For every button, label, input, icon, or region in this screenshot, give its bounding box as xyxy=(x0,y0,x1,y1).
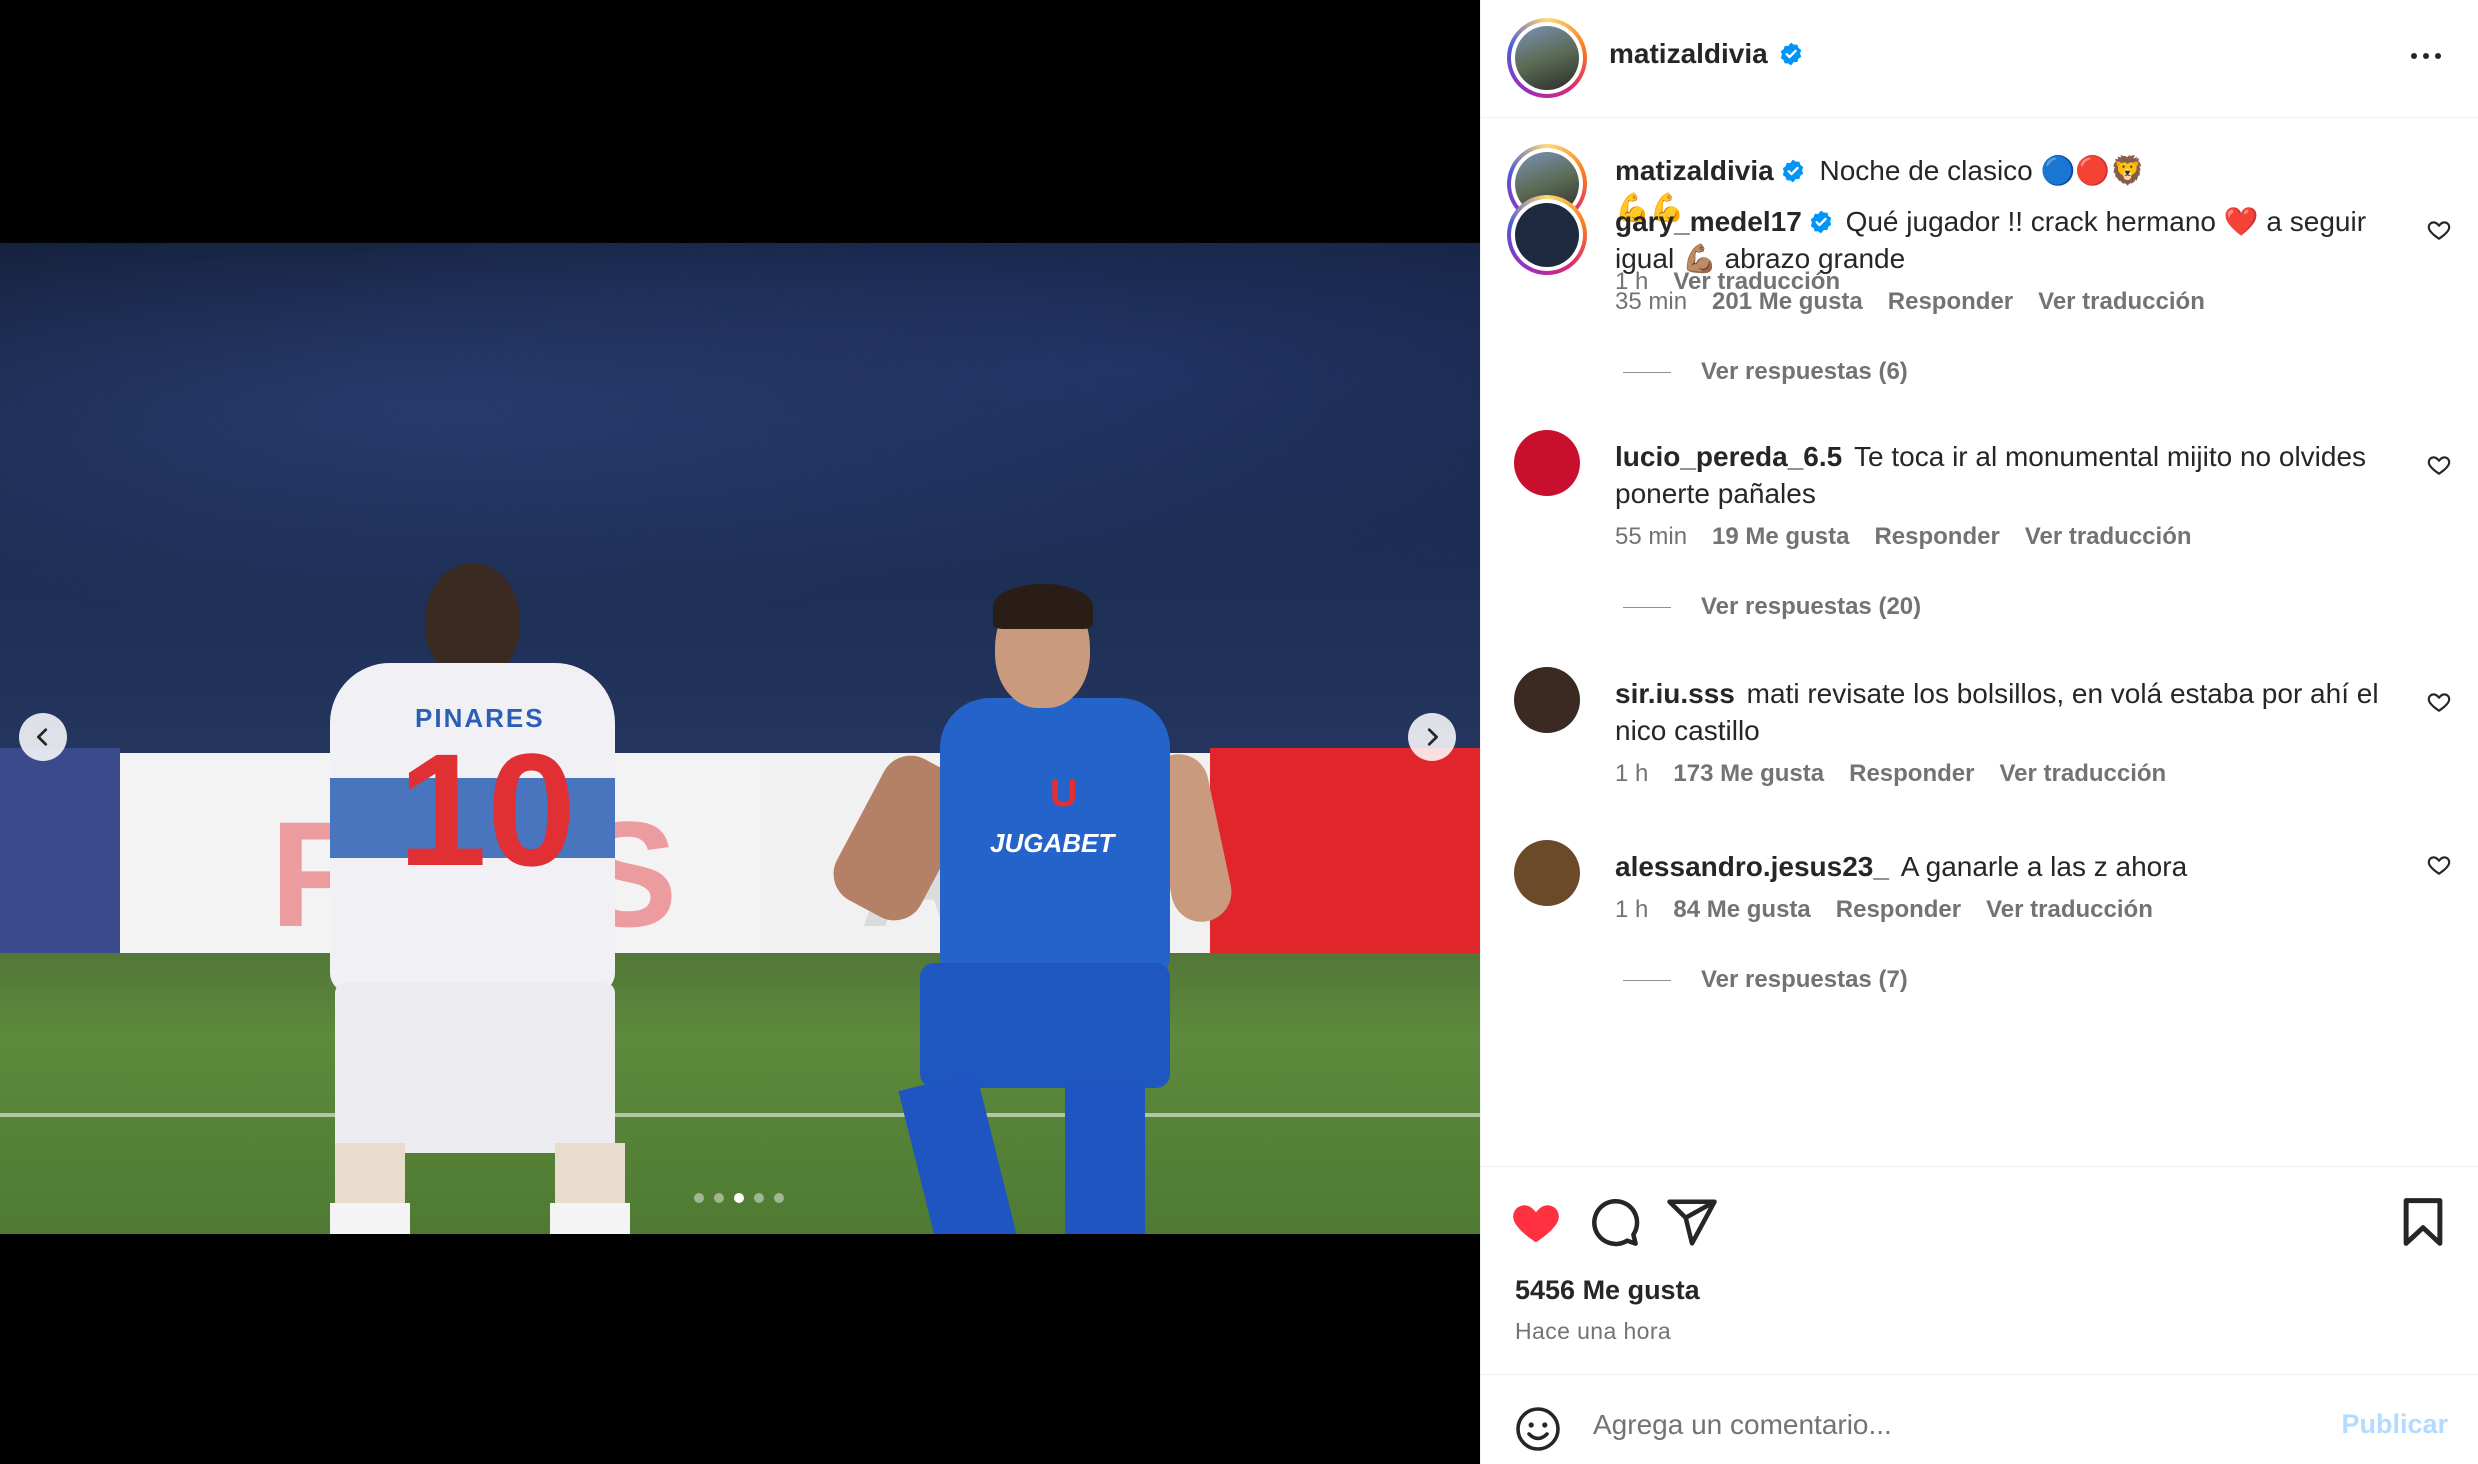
previous-photo-button[interactable] xyxy=(19,713,67,761)
comment-username[interactable]: lucio_pereda_6.5 xyxy=(1615,441,1842,472)
translate-link[interactable]: Ver traducción xyxy=(2025,523,2192,551)
comment-time: 1 h xyxy=(1615,896,1649,923)
reply-link[interactable]: Responder xyxy=(1888,288,2013,316)
carousel-dot xyxy=(734,1193,744,1203)
reply-link[interactable]: Responder xyxy=(1836,896,1961,924)
comment-time: 35 min xyxy=(1615,288,1688,315)
comment-likes[interactable]: 173 Me gusta xyxy=(1673,760,1824,788)
carousel-dots xyxy=(694,1193,784,1203)
shirt-sponsor: JUGABET xyxy=(990,828,1115,858)
reply-link[interactable]: Responder xyxy=(1874,523,1999,551)
more-dot-icon xyxy=(2411,53,2417,59)
shirt-number: 10 xyxy=(398,720,576,899)
author-username[interactable]: matizaldivia xyxy=(1609,38,1768,69)
comment-input[interactable] xyxy=(1593,1395,2293,1455)
carousel-dot xyxy=(694,1193,704,1203)
comment-avatar[interactable] xyxy=(1507,195,1587,275)
comments-list[interactable]: matizaldivia Noche de clasico 🔵🔴🦁 💪💪 1 h… xyxy=(1481,118,2478,1166)
comment-avatar[interactable] xyxy=(1514,667,1580,733)
heart-filled-icon[interactable] xyxy=(1509,1195,1563,1249)
comment-likes[interactable]: 84 Me gusta xyxy=(1673,896,1810,924)
caption-username[interactable]: matizaldivia xyxy=(1615,155,1774,186)
comment-like-icon[interactable] xyxy=(2426,452,2452,478)
comment-icon[interactable] xyxy=(1587,1195,1641,1249)
caption-text: Noche de clasico 🔵🔴🦁 xyxy=(1819,155,2146,186)
comment-likes[interactable]: 201 Me gusta xyxy=(1712,288,1863,316)
post-sidebar: matizaldivia matizaldivia Noche de clasi… xyxy=(1480,0,2478,1464)
verified-badge-icon xyxy=(1782,159,1803,183)
publish-button[interactable]: Publicar xyxy=(2341,1409,2448,1440)
translate-link[interactable]: Ver traducción xyxy=(1999,760,2166,788)
post-media: FLES A PINARES 10 U JUGABET xyxy=(0,0,1480,1464)
next-photo-button[interactable] xyxy=(1408,713,1456,761)
translate-link[interactable]: Ver traducción xyxy=(2038,288,2205,316)
comment-likes[interactable]: 19 Me gusta xyxy=(1712,523,1849,551)
carousel-dot xyxy=(774,1193,784,1203)
carousel-dot xyxy=(714,1193,724,1203)
chevron-right-icon xyxy=(1427,728,1438,746)
action-bar xyxy=(1481,1166,2478,1266)
reply-link[interactable]: Responder xyxy=(1849,760,1974,788)
chevron-left-icon xyxy=(37,728,48,746)
author-avatar[interactable] xyxy=(1507,18,1587,98)
comment-avatar[interactable] xyxy=(1514,840,1580,906)
carousel-dot xyxy=(754,1193,764,1203)
comment-time: 55 min xyxy=(1615,523,1688,550)
club-crest: U xyxy=(1050,773,1078,815)
more-options-button[interactable] xyxy=(2406,36,2446,76)
view-replies-button[interactable]: Ver respuestas (7) xyxy=(1623,966,1908,994)
emoji-icon[interactable] xyxy=(1514,1405,1562,1453)
comment-composer: Publicar xyxy=(1481,1374,2478,1464)
comment-like-icon[interactable] xyxy=(2426,217,2452,243)
comment-like-icon[interactable] xyxy=(2426,689,2452,715)
view-replies-button[interactable]: Ver respuestas (6) xyxy=(1623,358,1908,386)
comment-username[interactable]: gary_medel17 xyxy=(1615,206,1802,237)
comment-time: 1 h xyxy=(1615,760,1649,787)
player-white-shirt: PINARES 10 xyxy=(290,563,650,1234)
post-header: matizaldivia xyxy=(1481,0,2478,118)
player-blue-shirt: U JUGABET xyxy=(810,584,1290,1234)
view-replies-button[interactable]: Ver respuestas (20) xyxy=(1623,593,1921,621)
share-icon[interactable] xyxy=(1665,1195,1719,1249)
bookmark-icon[interactable] xyxy=(2396,1195,2450,1249)
likes-count[interactable]: 5456 Me gusta xyxy=(1515,1275,1700,1306)
translate-link[interactable]: Ver traducción xyxy=(1986,896,2153,924)
verified-badge-icon xyxy=(1810,210,1831,234)
comment-username[interactable]: sir.iu.sss xyxy=(1615,678,1735,709)
comment-avatar[interactable] xyxy=(1514,430,1580,496)
post-time[interactable]: Hace una hora xyxy=(1515,1318,1671,1345)
comment-text: A ganarle a las z ahora xyxy=(1900,851,2188,882)
post-photo[interactable]: FLES A PINARES 10 U JUGABET xyxy=(0,243,1480,1234)
verified-badge-icon xyxy=(1781,42,1802,66)
comment-username[interactable]: alessandro.jesus23_ xyxy=(1615,851,1889,882)
comment-like-icon[interactable] xyxy=(2426,852,2452,878)
